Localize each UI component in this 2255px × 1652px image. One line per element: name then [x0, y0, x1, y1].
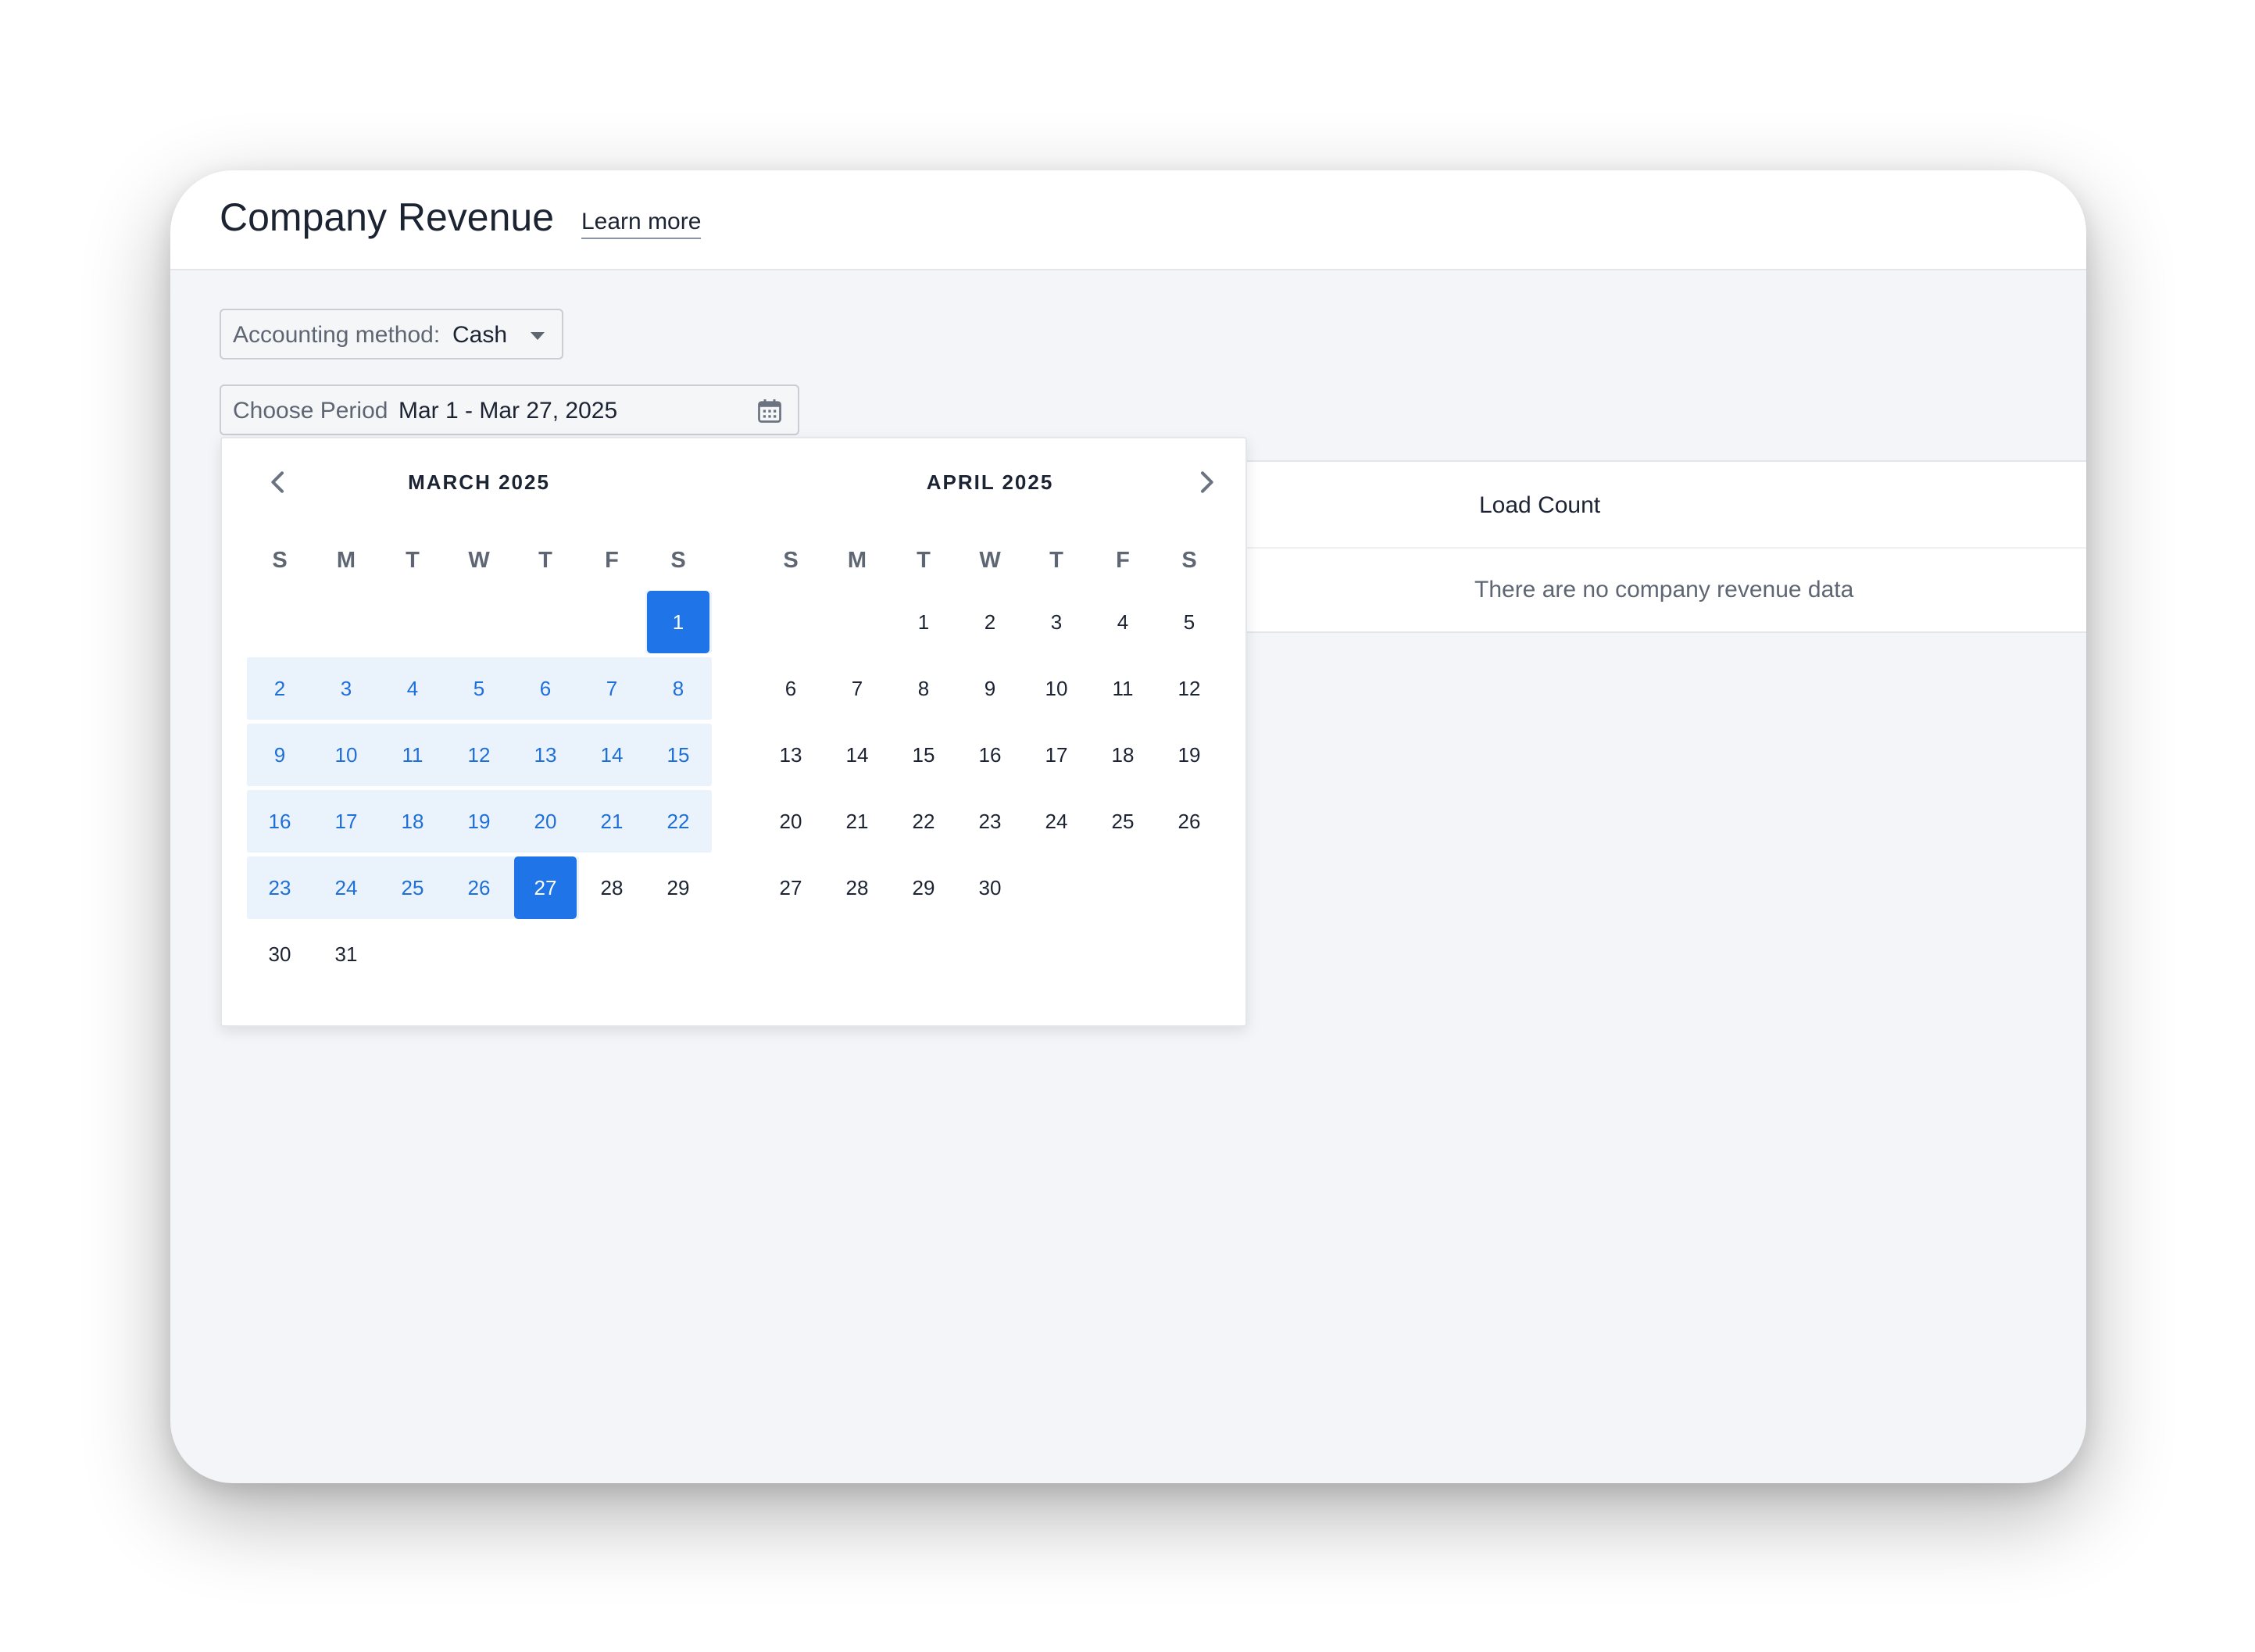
calendar-day[interactable]: 25 [1092, 790, 1154, 853]
calendar-day[interactable]: 1 [892, 591, 955, 653]
calendar-day[interactable]: 7 [581, 657, 643, 720]
calendar-day[interactable]: 18 [1092, 724, 1154, 786]
calendar-day[interactable]: 13 [759, 724, 822, 786]
calendar-day[interactable]: 30 [959, 856, 1021, 919]
calendar-icon[interactable] [756, 397, 784, 425]
accounting-method-value: Cash [452, 322, 508, 348]
calendar-day[interactable]: 27 [514, 856, 577, 919]
page-title: Company Revenue [220, 195, 555, 239]
calendar-day[interactable]: 7 [826, 657, 888, 720]
date-range-picker: MARCH 2025 S M T W T F S 1 2 3 4 5 6 7 8 9 10 11 12… [220, 437, 1247, 1027]
calendar-day[interactable]: 12 [1158, 657, 1220, 720]
calendar-day[interactable]: 10 [1025, 657, 1088, 720]
calendar-day[interactable]: 5 [1158, 591, 1220, 653]
calendar-day[interactable]: 30 [248, 923, 311, 985]
caret-down-icon [531, 332, 545, 340]
table-header: Load Count [1247, 462, 2086, 549]
month-april: APRIL 2025 S M T W T F S 1 2 3 4 5 6 7 8 9 10 11 12… [758, 438, 1222, 1028]
calendar-day[interactable]: 22 [892, 790, 955, 853]
calendar-day[interactable]: 20 [759, 790, 822, 853]
days-grid: 1 2 3 4 5 6 7 8 9 10 11 12 13 14 15 16 17 18 19 20 21 22 23 24 2… [247, 438, 712, 1028]
calendar-day[interactable]: 19 [448, 790, 510, 853]
calendar-day[interactable]: 11 [1092, 657, 1154, 720]
calendar-day[interactable]: 4 [1092, 591, 1154, 653]
calendar-day[interactable]: 16 [959, 724, 1021, 786]
calendar-day[interactable]: 26 [448, 856, 510, 919]
calendar-day[interactable]: 4 [381, 657, 444, 720]
calendar-day[interactable]: 1 [647, 591, 709, 653]
calendar-day[interactable]: 8 [647, 657, 709, 720]
calendar-day[interactable]: 19 [1158, 724, 1220, 786]
revenue-table: Load Count There are no company revenue … [1247, 460, 2086, 633]
month-march: MARCH 2025 S M T W T F S 1 2 3 4 5 6 7 8 9 10 11 12… [247, 438, 712, 1028]
calendar-day[interactable]: 2 [248, 657, 311, 720]
calendar-day[interactable]: 13 [514, 724, 577, 786]
accounting-method-label: Accounting method: [233, 322, 441, 348]
calendar-day[interactable]: 17 [315, 790, 377, 853]
calendar-day[interactable]: 27 [759, 856, 822, 919]
calendar-day[interactable]: 31 [315, 923, 377, 985]
learn-more-link[interactable]: Learn more [581, 206, 702, 239]
calendar-day[interactable]: 2 [959, 591, 1021, 653]
calendar-day[interactable]: 16 [248, 790, 311, 853]
app-window: Company Revenue Learn more Accounting me… [170, 170, 2086, 1483]
calendar-day[interactable]: 15 [892, 724, 955, 786]
calendar-day[interactable]: 15 [647, 724, 709, 786]
accounting-method-select[interactable]: Accounting method: Cash [220, 309, 563, 359]
calendar-day[interactable]: 29 [892, 856, 955, 919]
calendar-day[interactable]: 6 [759, 657, 822, 720]
calendar-day[interactable]: 11 [381, 724, 444, 786]
calendar-day[interactable]: 5 [448, 657, 510, 720]
page-header: Company Revenue Learn more [170, 170, 2086, 270]
calendar-day[interactable]: 20 [514, 790, 577, 853]
calendar-day[interactable]: 8 [892, 657, 955, 720]
calendar-day[interactable]: 17 [1025, 724, 1088, 786]
calendar-day[interactable]: 14 [581, 724, 643, 786]
period-input[interactable]: Choose Period Mar 1 - Mar 27, 2025 [220, 384, 799, 435]
column-header-load-count[interactable]: Load Count [1479, 490, 1600, 521]
calendar-day[interactable]: 23 [248, 856, 311, 919]
calendar-day[interactable]: 24 [315, 856, 377, 919]
period-label: Choose Period [233, 398, 388, 424]
calendar-day[interactable]: 29 [647, 856, 709, 919]
calendar-day[interactable]: 28 [826, 856, 888, 919]
calendar-day[interactable]: 9 [959, 657, 1021, 720]
calendar-day[interactable]: 21 [581, 790, 643, 853]
calendar-day[interactable]: 24 [1025, 790, 1088, 853]
calendar-day[interactable]: 21 [826, 790, 888, 853]
calendar-day[interactable]: 23 [959, 790, 1021, 853]
calendar-day[interactable]: 25 [381, 856, 444, 919]
days-grid: 1 2 3 4 5 6 7 8 9 10 11 12 13 14 15 16 17 18 19 20 21 22 23 24 2… [758, 438, 1222, 1028]
calendar-day[interactable]: 10 [315, 724, 377, 786]
calendar-day[interactable]: 22 [647, 790, 709, 853]
calendar-day[interactable]: 3 [1025, 591, 1088, 653]
calendar-day[interactable]: 12 [448, 724, 510, 786]
calendar-day[interactable]: 28 [581, 856, 643, 919]
calendar-day[interactable]: 18 [381, 790, 444, 853]
calendar-day[interactable]: 6 [514, 657, 577, 720]
period-value: Mar 1 - Mar 27, 2025 [398, 398, 618, 424]
calendar-day[interactable]: 3 [315, 657, 377, 720]
calendar-day[interactable]: 26 [1158, 790, 1220, 853]
calendar-day[interactable]: 14 [826, 724, 888, 786]
empty-state-message: There are no company revenue data [1474, 577, 1854, 603]
calendar-day[interactable]: 9 [248, 724, 311, 786]
